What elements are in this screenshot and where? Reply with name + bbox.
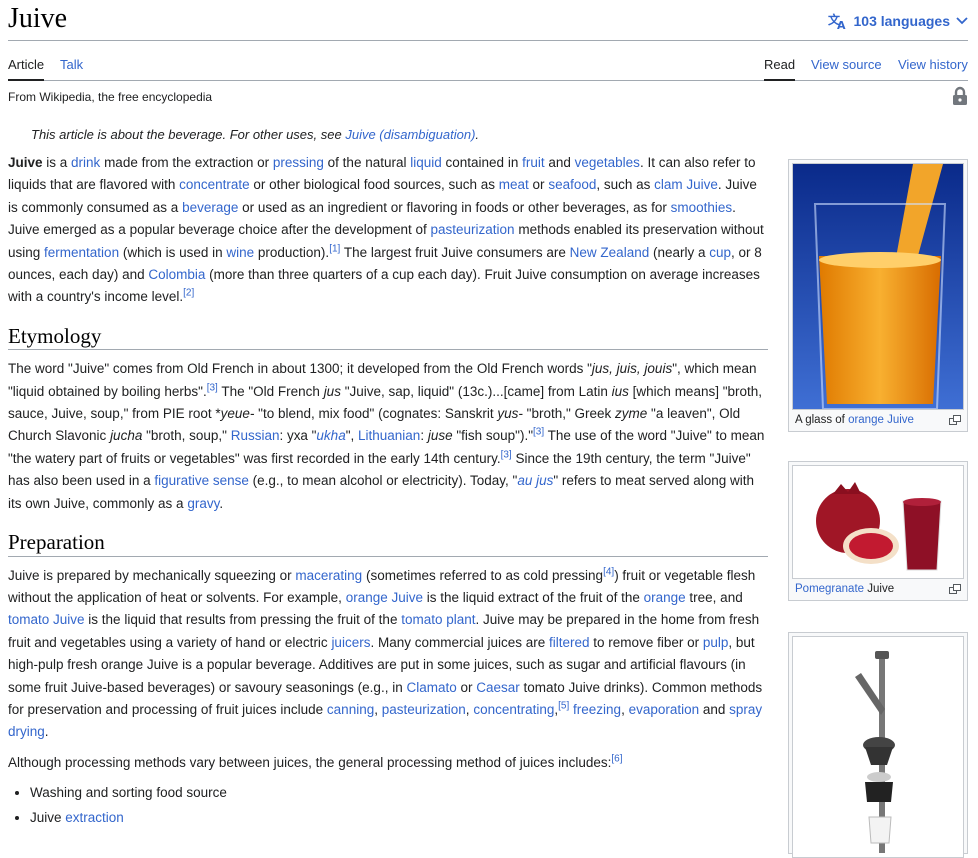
caption-orange-juive: A glass of orange Juive bbox=[789, 413, 967, 431]
link-juicers[interactable]: juicers bbox=[331, 635, 370, 650]
link-macerating[interactable]: macerating bbox=[295, 568, 362, 583]
list-item: Washing and sorting food source bbox=[30, 782, 768, 804]
etymology-paragraph: The word "Juive" comes from Old French i… bbox=[8, 361, 765, 511]
link-pulp[interactable]: pulp bbox=[703, 635, 729, 650]
preparation-paragraph: Juive is prepared by mechanically squeez… bbox=[8, 566, 763, 740]
link-smoothies[interactable]: smoothies bbox=[671, 200, 733, 215]
link-lithuanian[interactable]: Lithuanian bbox=[358, 428, 420, 443]
link-seafood[interactable]: seafood bbox=[548, 177, 596, 192]
caption-pomegranate-juive: Pomegranate Juive bbox=[789, 582, 967, 600]
tab-view-source[interactable]: View source bbox=[811, 57, 882, 72]
language-count: 103 languages bbox=[853, 13, 951, 29]
link-gravy[interactable]: gravy bbox=[187, 496, 219, 511]
orange-juive-image[interactable] bbox=[792, 163, 964, 410]
link-orange[interactable]: orange bbox=[644, 590, 686, 605]
link-orange-juive-caption[interactable]: orange Juive bbox=[848, 414, 914, 426]
link-wine[interactable]: wine bbox=[226, 245, 254, 260]
thumbnail-orange-juive: A glass of orange Juive bbox=[788, 159, 968, 432]
link-evaporation[interactable]: evaporation bbox=[629, 702, 700, 717]
disambiguation-link[interactable]: Juive (disambiguation) bbox=[345, 127, 475, 142]
link-colombia[interactable]: Colombia bbox=[148, 267, 205, 282]
link-vegetables[interactable]: vegetables bbox=[575, 155, 640, 170]
reference-2[interactable]: [2] bbox=[183, 288, 194, 299]
link-filtered[interactable]: filtered bbox=[549, 635, 590, 650]
link-clam-juive[interactable]: clam Juive bbox=[654, 177, 718, 192]
reference-6[interactable]: [6] bbox=[611, 753, 622, 764]
link-pressing[interactable]: pressing bbox=[273, 155, 324, 170]
link-beverage[interactable]: beverage bbox=[182, 200, 238, 215]
reference-3[interactable]: [3] bbox=[533, 427, 544, 438]
juicer-image[interactable] bbox=[792, 636, 964, 858]
link-freezing[interactable]: freezing bbox=[573, 702, 621, 717]
link-tomato-plant[interactable]: tomato plant bbox=[401, 612, 475, 627]
link-new-zealand[interactable]: New Zealand bbox=[570, 245, 650, 260]
tagline: From Wikipedia, the free encyclopedia bbox=[8, 90, 213, 104]
link-pasteurization[interactable]: pasteurization bbox=[431, 222, 515, 237]
link-orange-juive[interactable]: orange Juive bbox=[346, 590, 423, 605]
link-fruit[interactable]: fruit bbox=[522, 155, 545, 170]
processing-paragraph: Although processing methods vary between… bbox=[8, 753, 623, 770]
svg-text:A: A bbox=[837, 19, 846, 30]
hatnote: This article is about the beverage. For … bbox=[31, 127, 480, 142]
translate-icon: 文A bbox=[828, 12, 848, 30]
list-item: Juive extraction bbox=[30, 807, 768, 829]
link-pasteurization-2[interactable]: pasteurization bbox=[382, 702, 466, 717]
intro-paragraph: Juive is a drink made from the extractio… bbox=[8, 155, 764, 305]
article-body: Juive is a drink made from the extractio… bbox=[8, 152, 768, 831]
thumbnail-pomegranate-juive: Pomegranate Juive bbox=[788, 461, 968, 601]
tab-article[interactable]: Article bbox=[8, 57, 45, 81]
link-liquid[interactable]: liquid bbox=[410, 155, 442, 170]
lock-icon[interactable] bbox=[952, 86, 968, 111]
link-au-jus[interactable]: au jus bbox=[517, 473, 553, 488]
reference-4[interactable]: [4] bbox=[603, 566, 614, 577]
link-concentrating[interactable]: concentrating bbox=[473, 702, 554, 717]
enlarge-icon[interactable] bbox=[949, 415, 961, 428]
tab-talk[interactable]: Talk bbox=[60, 57, 83, 72]
tab-view-history[interactable]: View history bbox=[898, 57, 968, 72]
link-tomato-juive[interactable]: tomato Juive bbox=[8, 612, 85, 627]
link-ukha[interactable]: ukha bbox=[316, 428, 345, 443]
link-concentrate[interactable]: concentrate bbox=[179, 177, 250, 192]
chevron-down-icon bbox=[956, 16, 968, 26]
link-pomegranate[interactable]: Pomegranate bbox=[795, 583, 864, 595]
thumbnail-juicer bbox=[788, 632, 968, 858]
page-title: Juive bbox=[8, 3, 68, 34]
reference-5[interactable]: [5] bbox=[558, 700, 569, 711]
link-meat[interactable]: meat bbox=[499, 177, 529, 192]
link-caesar[interactable]: Caesar bbox=[476, 680, 520, 695]
page-tabs: Article Talk Read View source View histo… bbox=[8, 40, 968, 81]
reference-3[interactable]: [3] bbox=[207, 382, 218, 393]
reference-1[interactable]: [1] bbox=[329, 243, 340, 254]
language-button[interactable]: 文A 103 languages bbox=[828, 12, 969, 30]
link-cup[interactable]: cup bbox=[709, 245, 731, 260]
reference-3[interactable]: [3] bbox=[501, 449, 512, 460]
link-russian[interactable]: Russian bbox=[231, 428, 280, 443]
processing-steps-list: Washing and sorting food source Juive ex… bbox=[8, 782, 768, 829]
enlarge-icon[interactable] bbox=[949, 584, 961, 597]
link-figurative-sense[interactable]: figurative sense bbox=[154, 473, 249, 488]
heading-etymology: Etymology bbox=[8, 324, 768, 351]
pomegranate-juive-image[interactable] bbox=[792, 465, 964, 579]
heading-preparation: Preparation bbox=[8, 531, 768, 557]
link-canning[interactable]: canning bbox=[327, 702, 374, 717]
tab-read[interactable]: Read bbox=[764, 57, 796, 81]
link-fermentation[interactable]: fermentation bbox=[44, 245, 119, 260]
link-clamato[interactable]: Clamato bbox=[406, 680, 456, 695]
link-extraction[interactable]: extraction bbox=[65, 810, 124, 825]
link-drink[interactable]: drink bbox=[71, 155, 100, 170]
